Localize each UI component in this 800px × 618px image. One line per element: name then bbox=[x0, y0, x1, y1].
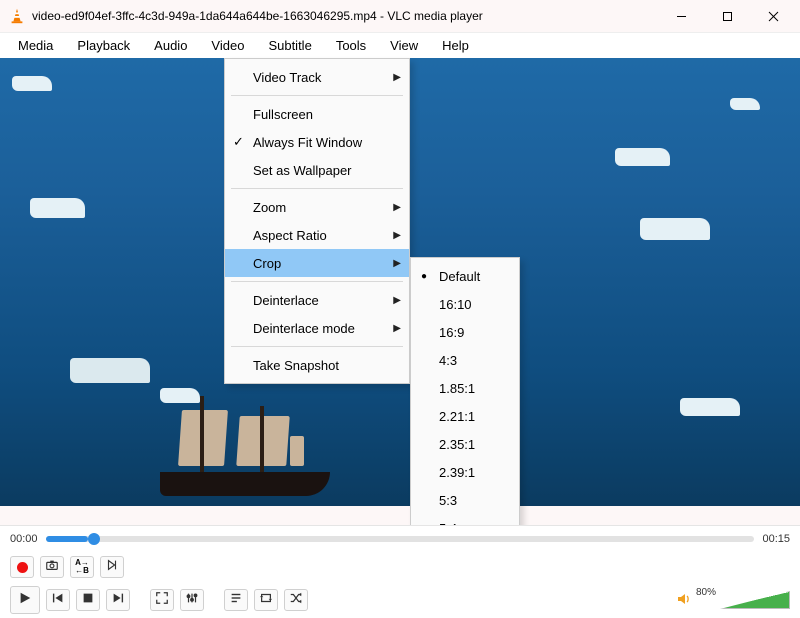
close-button[interactable] bbox=[750, 0, 796, 32]
vlc-cone-icon bbox=[8, 7, 26, 25]
crop-option-default[interactable]: ●Default bbox=[411, 262, 519, 290]
submenu-arrow-icon: ▶ bbox=[393, 323, 401, 334]
menu-item-fullscreen[interactable]: Fullscreen bbox=[225, 100, 409, 128]
play-button[interactable] bbox=[10, 586, 40, 614]
stop-icon bbox=[81, 591, 95, 610]
menu-separator bbox=[231, 281, 403, 282]
video-menu-dropdown: Video Track▶ Fullscreen ✓Always Fit Wind… bbox=[224, 58, 410, 384]
menu-separator bbox=[231, 346, 403, 347]
extended-settings-button[interactable] bbox=[180, 589, 204, 611]
playlist-button[interactable] bbox=[224, 589, 248, 611]
minimize-button[interactable] bbox=[658, 0, 704, 32]
play-icon bbox=[18, 591, 32, 610]
skip-next-icon bbox=[111, 591, 125, 610]
video-content bbox=[680, 398, 740, 416]
time-total[interactable]: 00:15 bbox=[762, 533, 790, 545]
speaker-icon[interactable] bbox=[676, 591, 692, 610]
main-toolbar: 80% bbox=[0, 582, 800, 618]
submenu-arrow-icon: ▶ bbox=[393, 202, 401, 213]
menu-video[interactable]: Video bbox=[199, 34, 256, 57]
shuffle-icon bbox=[289, 591, 303, 610]
submenu-arrow-icon: ▶ bbox=[393, 72, 401, 83]
menu-item-set-as-wallpaper[interactable]: Set as Wallpaper bbox=[225, 156, 409, 184]
submenu-arrow-icon: ▶ bbox=[393, 295, 401, 306]
fullscreen-button[interactable] bbox=[150, 589, 174, 611]
check-icon: ✓ bbox=[233, 134, 244, 150]
menu-separator bbox=[231, 188, 403, 189]
menu-view[interactable]: View bbox=[378, 34, 430, 57]
menu-item-deinterlace-mode[interactable]: Deinterlace mode▶ bbox=[225, 314, 409, 342]
menu-item-zoom[interactable]: Zoom▶ bbox=[225, 193, 409, 221]
loop-icon bbox=[259, 591, 273, 610]
window-buttons bbox=[658, 0, 796, 32]
menu-item-video-track[interactable]: Video Track▶ bbox=[225, 63, 409, 91]
submenu-arrow-icon: ▶ bbox=[393, 230, 401, 241]
stop-button[interactable] bbox=[76, 589, 100, 611]
secondary-toolbar: A→←B bbox=[0, 552, 800, 582]
video-content bbox=[12, 76, 52, 91]
ab-loop-icon: A→←B bbox=[75, 559, 89, 575]
maximize-button[interactable] bbox=[704, 0, 750, 32]
video-content bbox=[160, 386, 330, 496]
camera-icon bbox=[45, 558, 59, 577]
menu-item-always-fit-window[interactable]: ✓Always Fit Window bbox=[225, 128, 409, 156]
menu-playback[interactable]: Playback bbox=[65, 34, 142, 57]
playlist-icon bbox=[229, 591, 243, 610]
video-content bbox=[70, 358, 150, 383]
volume-control: 80% bbox=[676, 591, 790, 610]
menu-item-take-snapshot[interactable]: Take Snapshot bbox=[225, 351, 409, 379]
crop-option-185-1[interactable]: 1.85:1 bbox=[411, 374, 519, 402]
shuffle-button[interactable] bbox=[284, 589, 308, 611]
crop-option-239-1[interactable]: 2.39:1 bbox=[411, 458, 519, 486]
volume-percent: 80% bbox=[696, 587, 716, 598]
record-icon bbox=[17, 562, 28, 573]
loop-button[interactable] bbox=[254, 589, 278, 611]
player-controls: 00:00 00:15 A→←B 80% bbox=[0, 525, 800, 618]
video-content bbox=[730, 98, 760, 110]
crop-option-16-10[interactable]: 16:10 bbox=[411, 290, 519, 318]
skip-previous-icon bbox=[51, 591, 65, 610]
video-content bbox=[615, 148, 670, 166]
frame-step-icon bbox=[105, 558, 119, 577]
menu-item-deinterlace[interactable]: Deinterlace▶ bbox=[225, 286, 409, 314]
snapshot-button[interactable] bbox=[40, 556, 64, 578]
loop-ab-button[interactable]: A→←B bbox=[70, 556, 94, 578]
title-bar: video-ed9f04ef-3ffc-4c3d-949a-1da644a644… bbox=[0, 0, 800, 32]
menu-audio[interactable]: Audio bbox=[142, 34, 199, 57]
seek-progress bbox=[46, 536, 89, 542]
video-content bbox=[640, 218, 710, 240]
video-content bbox=[30, 198, 85, 218]
menu-item-aspect-ratio[interactable]: Aspect Ratio▶ bbox=[225, 221, 409, 249]
seek-bar-row: 00:00 00:15 bbox=[0, 526, 800, 552]
equalizer-icon bbox=[185, 591, 199, 610]
next-button[interactable] bbox=[106, 589, 130, 611]
bullet-icon: ● bbox=[421, 271, 427, 282]
menu-tools[interactable]: Tools bbox=[324, 34, 378, 57]
previous-button[interactable] bbox=[46, 589, 70, 611]
crop-option-16-9[interactable]: 16:9 bbox=[411, 318, 519, 346]
window-title: video-ed9f04ef-3ffc-4c3d-949a-1da644a644… bbox=[32, 9, 658, 23]
crop-option-4-3[interactable]: 4:3 bbox=[411, 346, 519, 374]
menu-help[interactable]: Help bbox=[430, 34, 481, 57]
seek-thumb[interactable] bbox=[88, 533, 100, 545]
seek-slider[interactable] bbox=[46, 536, 755, 542]
menu-subtitle[interactable]: Subtitle bbox=[256, 34, 323, 57]
time-elapsed[interactable]: 00:00 bbox=[10, 533, 38, 545]
volume-slider[interactable] bbox=[720, 591, 790, 609]
menu-separator bbox=[231, 95, 403, 96]
frame-step-button[interactable] bbox=[100, 556, 124, 578]
menu-bar: Media Playback Audio Video Subtitle Tool… bbox=[0, 32, 800, 58]
crop-option-221-1[interactable]: 2.21:1 bbox=[411, 402, 519, 430]
menu-media[interactable]: Media bbox=[6, 34, 65, 57]
crop-option-5-3[interactable]: 5:3 bbox=[411, 486, 519, 514]
crop-option-235-1[interactable]: 2.35:1 bbox=[411, 430, 519, 458]
menu-item-crop[interactable]: Crop▶ bbox=[225, 249, 409, 277]
submenu-arrow-icon: ▶ bbox=[393, 258, 401, 269]
record-button[interactable] bbox=[10, 556, 34, 578]
fullscreen-icon bbox=[155, 591, 169, 610]
